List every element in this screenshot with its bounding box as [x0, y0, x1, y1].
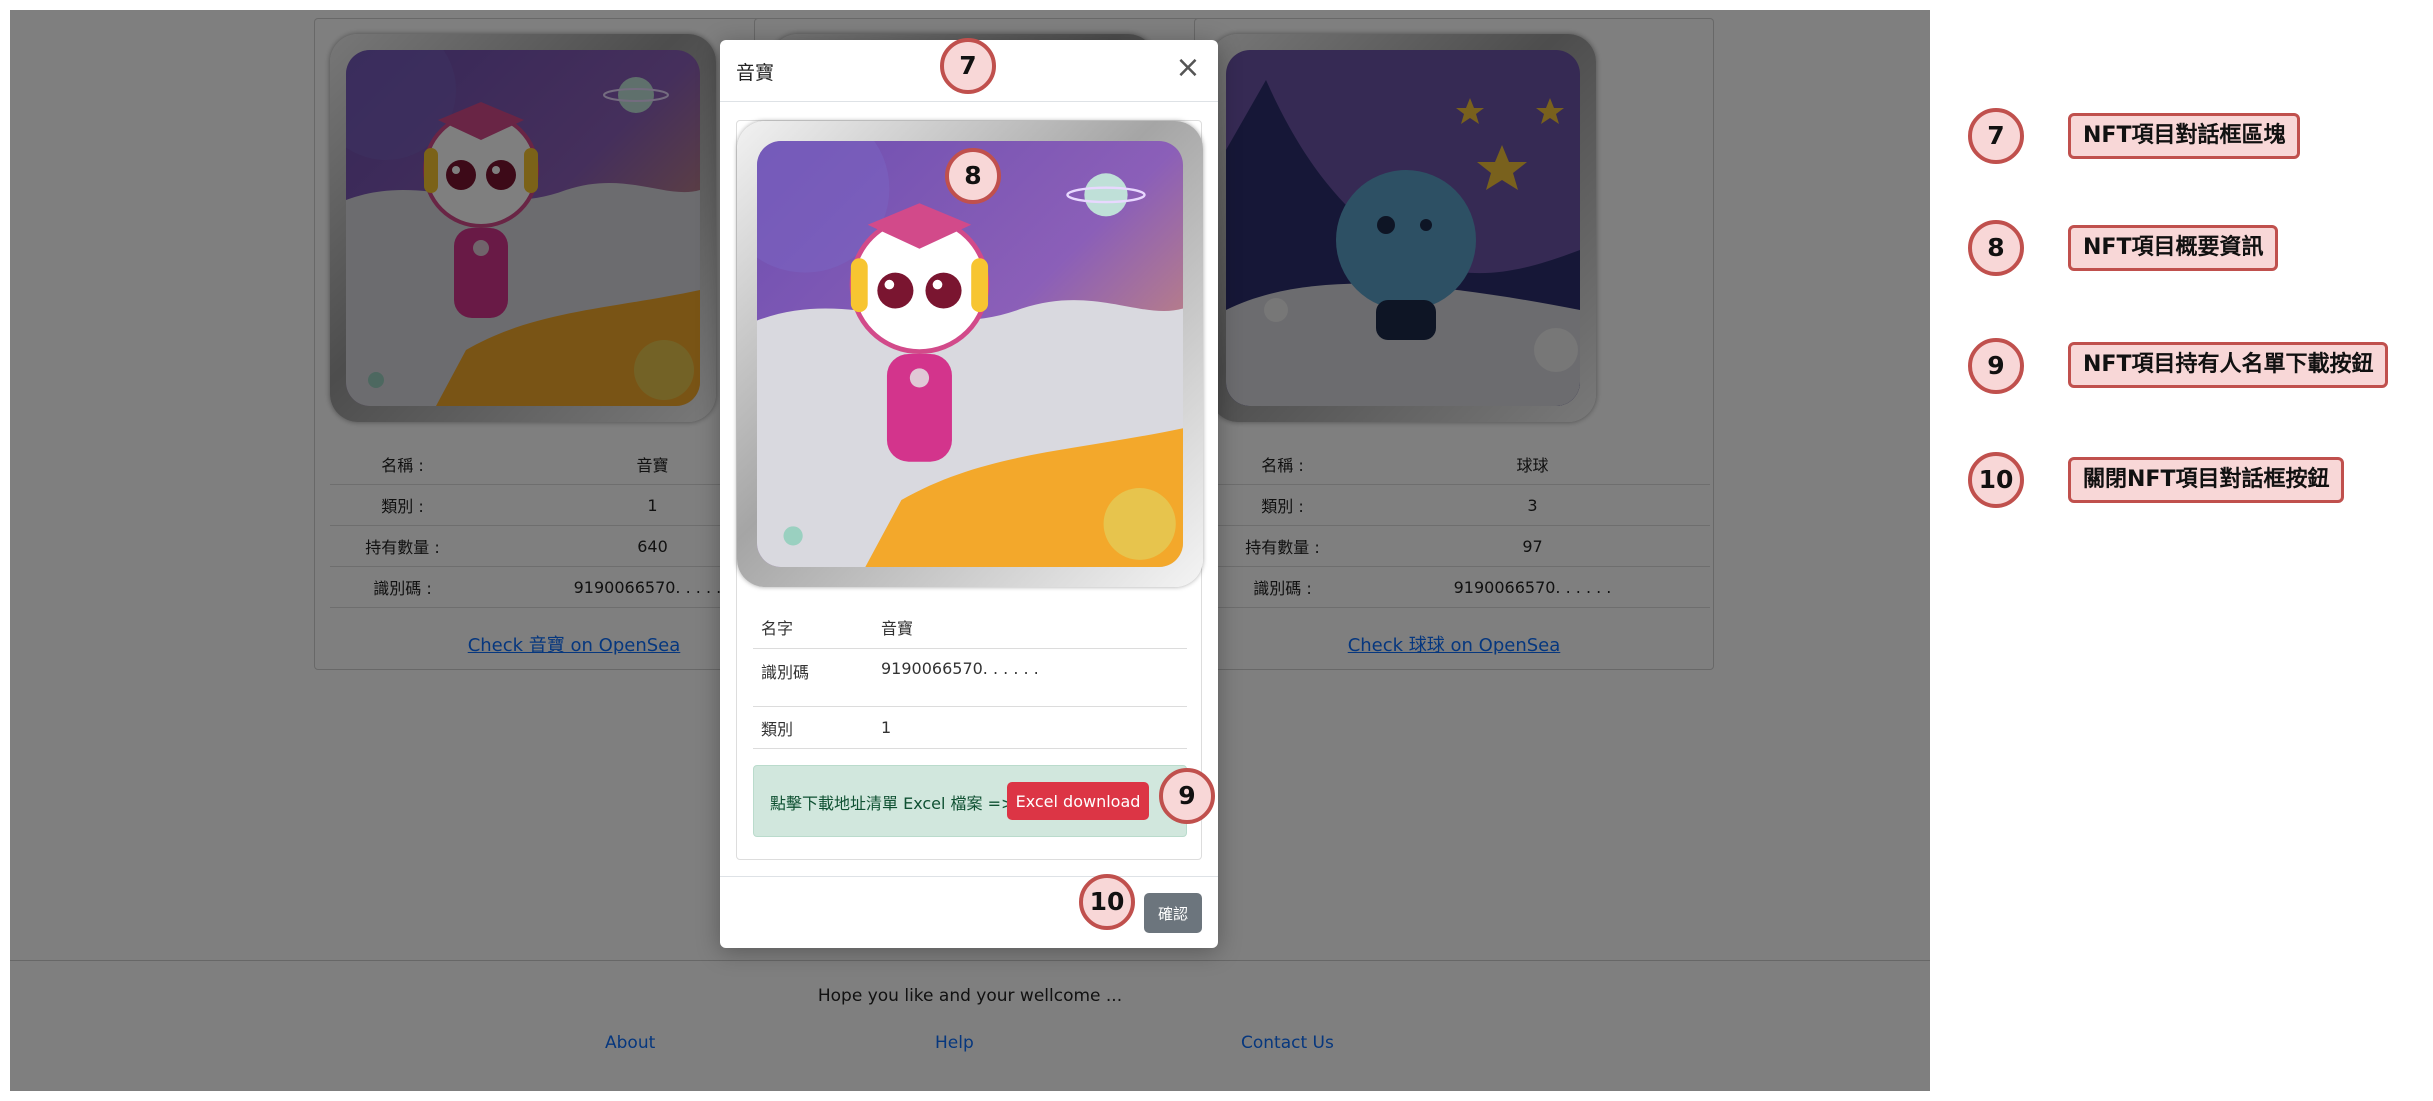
field-label: 類別 — [761, 719, 794, 739]
download-prompt: 點擊下載地址清單 Excel 檔案 => — [770, 794, 1015, 813]
annotation-marker: 9 — [1159, 768, 1215, 824]
nft-info-table: 名字 音寶 識別碼 9190066570. . . . . . 類別 1 — [753, 605, 1187, 749]
modal-footer: 確認 — [720, 876, 1218, 948]
download-alert: 點擊下載地址清單 Excel 檔案 => Excel download — [753, 765, 1187, 837]
legend-label: NFT項目概要資訊 — [2068, 225, 2279, 271]
field-label: 名字 — [761, 618, 794, 638]
confirm-button[interactable]: 確認 — [1144, 893, 1202, 933]
field-value: 音寶 — [881, 618, 914, 638]
legend-label: 關閉NFT項目對話框按鈕 — [2068, 457, 2345, 503]
nft-image-music-robot — [757, 141, 1183, 567]
excel-download-button[interactable]: Excel download — [1007, 782, 1149, 820]
legend-marker: 8 — [1968, 220, 2024, 276]
annotation-marker: 8 — [945, 148, 1001, 204]
table-row: 識別碼 9190066570. . . . . . — [753, 649, 1187, 707]
field-value: 9190066570. . . . . . — [881, 659, 1039, 678]
legend-label: NFT項目持有人名單下載按鈕 — [2068, 342, 2389, 388]
legend-label: NFT項目對話框區塊 — [2068, 113, 2301, 159]
table-row: 類別 1 — [753, 707, 1187, 749]
field-value: 1 — [881, 718, 892, 737]
legend-marker: 10 — [1968, 452, 2024, 508]
nft-summary-card: 名字 音寶 識別碼 9190066570. . . . . . 類別 1 點擊下載地址… — [736, 120, 1203, 860]
legend-marker: 7 — [1968, 108, 2024, 164]
field-label: 識別碼 — [761, 663, 810, 682]
annotation-marker: 7 — [940, 38, 996, 94]
legend-marker: 9 — [1968, 338, 2024, 394]
annotation-marker: 10 — [1079, 874, 1135, 930]
close-icon[interactable]: × — [1172, 52, 1204, 84]
table-row: 名字 音寶 — [753, 605, 1187, 649]
modal-title: 音寶 — [736, 62, 775, 84]
app-screen: 名稱 :音寶 類別 :1 持有數量 :640 識別碼 :9190066570. … — [10, 10, 1930, 1091]
